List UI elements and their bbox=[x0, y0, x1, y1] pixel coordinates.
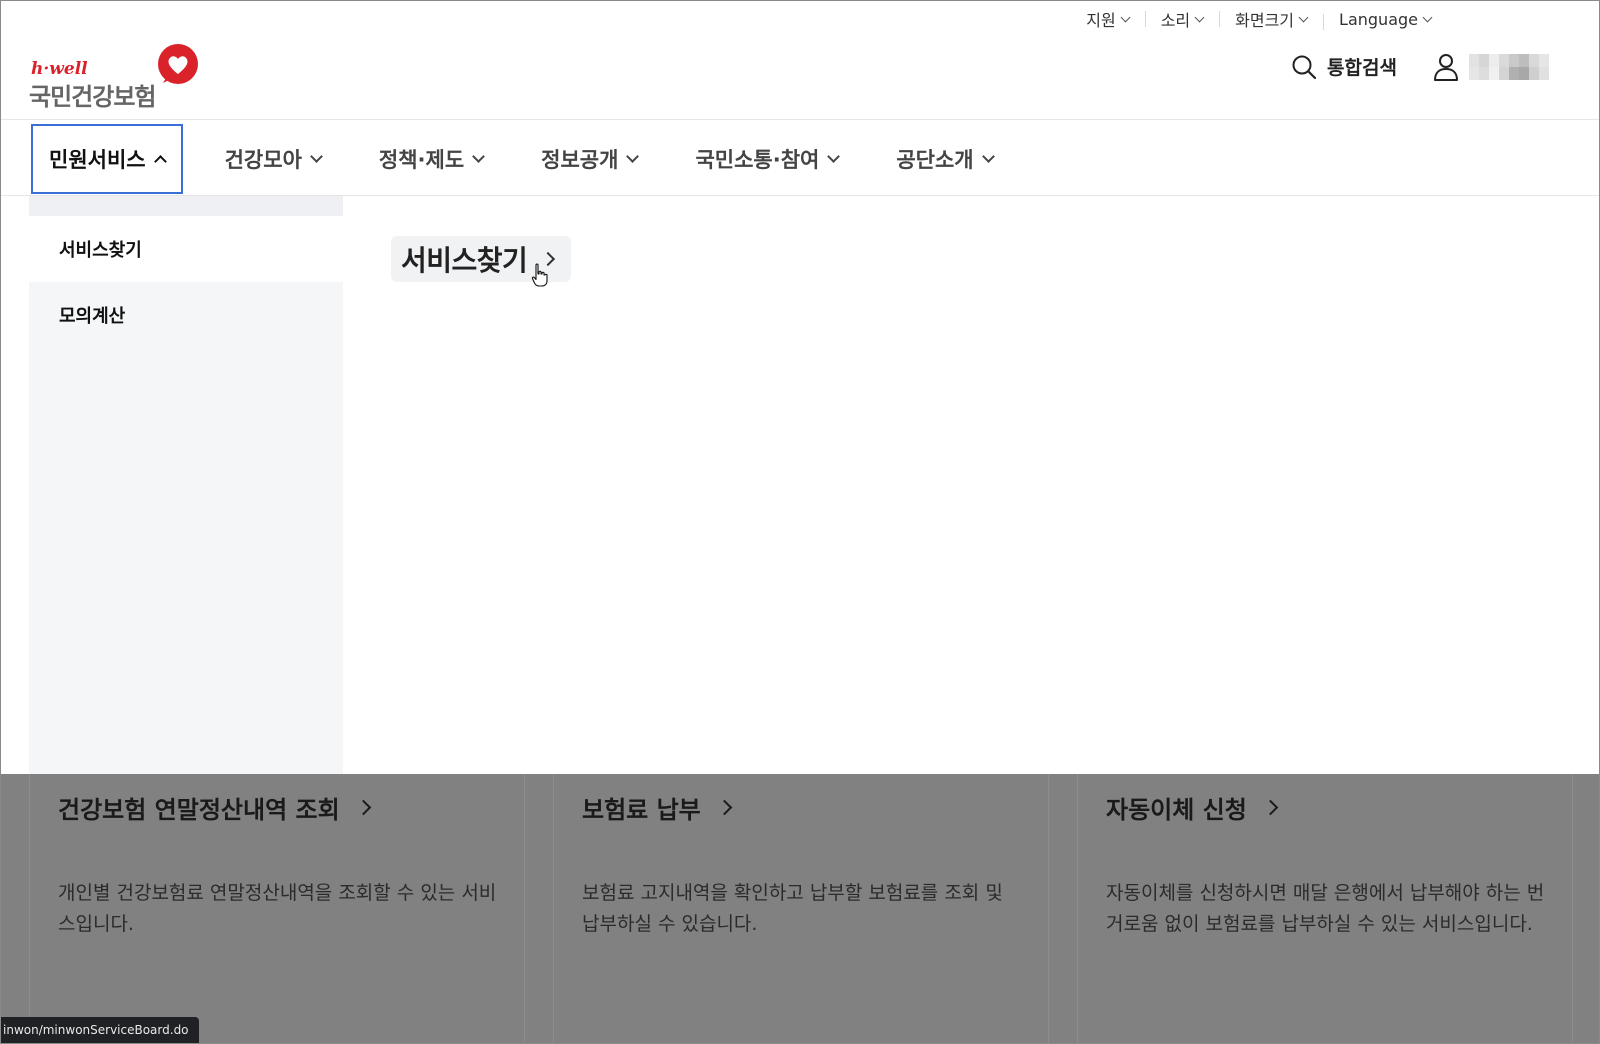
utility-bar: 지원 소리 화면크기 Language bbox=[1070, 7, 1447, 31]
utility-sound[interactable]: 소리 bbox=[1144, 7, 1219, 31]
chevron-down-icon bbox=[981, 150, 995, 163]
chevron-down-icon bbox=[827, 150, 841, 163]
service-card-title[interactable]: 보험료 납부 bbox=[582, 790, 733, 825]
utility-support-label: 지원 bbox=[1086, 11, 1116, 30]
gnb-item-civil-service[interactable]: 민원서비스 bbox=[30, 124, 183, 198]
gnb-item-communication[interactable]: 국민소통·참여 bbox=[679, 123, 854, 195]
chevron-right-icon bbox=[716, 799, 733, 816]
service-card-desc: 보험료 고지내역을 확인하고 납부할 보험료를 조회 및 납부하실 수 있습니다… bbox=[582, 882, 1003, 935]
blurred-user-name bbox=[1469, 54, 1549, 80]
chevron-up-icon bbox=[153, 155, 167, 168]
submenu-item-label: 서비스찾기 bbox=[59, 240, 142, 261]
global-navigation: 민원서비스 건강모아 정책·제도 정보공개 국민소통·참여 공단소개 bbox=[30, 123, 1035, 198]
search-label: 통합검색 bbox=[1327, 57, 1397, 79]
find-service-title: 서비스찾기 bbox=[401, 244, 528, 277]
gnb-item-label: 정보공개 bbox=[541, 148, 619, 172]
browser-viewport: 지원 소리 화면크기 Language h·well 국민건강보험 통합검색 민… bbox=[0, 0, 1600, 1044]
service-card-title[interactable]: 건강보험 연말정산내역 조회 bbox=[58, 790, 371, 825]
gnb-item-label: 정책·제도 bbox=[378, 148, 465, 172]
submenu-panel: 서비스찾기 모의계산 bbox=[29, 196, 343, 774]
integrated-search-button[interactable]: 통합검색 bbox=[1291, 53, 1397, 80]
gnb-item-about[interactable]: 공단소개 bbox=[880, 123, 1008, 195]
browser-status-url: inwon/minwonServiceBoard.do bbox=[1, 1017, 199, 1043]
chevron-right-icon bbox=[1262, 799, 1279, 816]
utility-language[interactable]: Language bbox=[1323, 9, 1447, 30]
user-menu[interactable] bbox=[1433, 53, 1549, 81]
chevron-down-icon bbox=[310, 150, 323, 163]
service-card[interactable]: 보험료 납부 보험료 고지내역을 확인하고 납부할 보험료를 조회 및 납부하실… bbox=[553, 774, 1049, 1043]
utility-sound-label: 소리 bbox=[1160, 11, 1191, 30]
chevron-down-icon bbox=[1298, 12, 1309, 22]
site-logo[interactable]: h·well 국민건강보험 bbox=[29, 43, 204, 111]
service-card-title[interactable]: 자동이체 신청 bbox=[1106, 790, 1279, 825]
service-card-title-label: 자동이체 신청 bbox=[1106, 796, 1247, 824]
chevron-down-icon bbox=[1120, 12, 1131, 22]
gnb-item-label: 국민소통·참여 bbox=[695, 148, 820, 172]
service-card-desc: 자동이체를 신청하시면 매달 은행에서 납부해야 하는 번거로움 없이 보험료를… bbox=[1106, 882, 1545, 935]
logo-tagline: h·well bbox=[31, 59, 88, 79]
submenu-item-mock-calc[interactable]: 모의계산 bbox=[29, 282, 343, 348]
submenu-item-find-service[interactable]: 서비스찾기 bbox=[29, 216, 343, 282]
submenu-item-label: 모의계산 bbox=[59, 306, 126, 327]
gnb-item-health-moa[interactable]: 건강모아 bbox=[209, 123, 337, 195]
heart-logo-icon bbox=[158, 44, 198, 84]
chevron-down-icon bbox=[472, 150, 486, 163]
utility-screen-size-label: 화면크기 bbox=[1235, 11, 1295, 30]
utility-language-label: Language bbox=[1339, 9, 1418, 29]
chevron-right-icon bbox=[355, 799, 371, 816]
user-icon bbox=[1434, 54, 1458, 81]
gnb-item-label: 건강모아 bbox=[224, 148, 302, 172]
chevron-down-icon bbox=[626, 150, 640, 163]
chevron-down-icon bbox=[1422, 12, 1433, 22]
submenu-top-strip bbox=[29, 196, 343, 216]
service-card-desc: 개인별 건강보험료 연말정산내역을 조회할 수 있는 서비스입니다. bbox=[58, 882, 497, 935]
utility-screen-size[interactable]: 화면크기 bbox=[1219, 7, 1323, 31]
gnb-item-label: 공단소개 bbox=[896, 148, 974, 172]
gnb-item-disclosure[interactable]: 정보공개 bbox=[525, 123, 653, 195]
gnb-item-policy[interactable]: 정책·제도 bbox=[363, 123, 499, 195]
search-icon bbox=[1292, 55, 1317, 79]
service-card[interactable]: 건강보험 연말정산내역 조회 개인별 건강보험료 연말정산내역을 조회할 수 있… bbox=[29, 774, 525, 1043]
utility-support[interactable]: 지원 bbox=[1070, 7, 1144, 31]
chevron-down-icon bbox=[1194, 12, 1205, 22]
hand-cursor-icon bbox=[531, 263, 548, 287]
service-card-title-label: 보험료 납부 bbox=[582, 796, 701, 824]
service-card[interactable]: 자동이체 신청 자동이체를 신청하시면 매달 은행에서 납부해야 하는 번거로움… bbox=[1077, 774, 1573, 1043]
service-card-title-label: 건강보험 연말정산내역 조회 bbox=[58, 796, 340, 824]
header-divider bbox=[1, 119, 1599, 120]
logo-name: 국민건강보험 bbox=[29, 83, 156, 111]
gnb-item-label: 민원서비스 bbox=[49, 148, 146, 172]
